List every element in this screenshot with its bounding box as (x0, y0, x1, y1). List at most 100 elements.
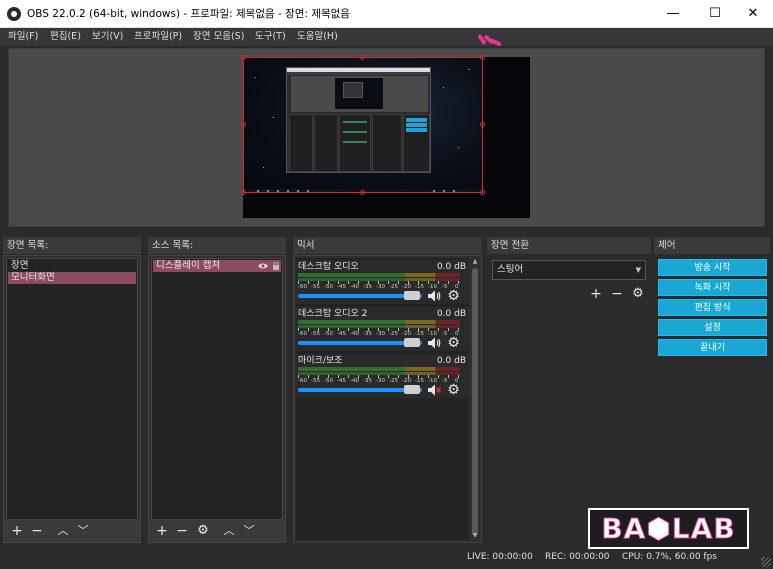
channel-db: 0.0 dB (436, 262, 466, 272)
scale-label: -30 (376, 284, 385, 290)
channel-name: 데스크탑 오디오 2 (298, 309, 368, 319)
scale-label: -45 (337, 331, 346, 337)
scrollbar-thumb[interactable] (472, 268, 478, 536)
scale-label: -55 (311, 284, 320, 290)
move-up-icon[interactable]: ︿ (55, 522, 71, 540)
move-down-icon[interactable]: ﹀ (75, 522, 91, 540)
remove-transition-icon[interactable]: − (609, 285, 625, 303)
minimize-button[interactable]: — (653, 0, 693, 28)
controls-title: 제어 (654, 237, 770, 254)
menu-edit[interactable]: 편집(E) (50, 30, 81, 43)
resize-handle-top-left[interactable] (241, 55, 246, 60)
status-rec: REC: 00:00:00 (545, 552, 610, 562)
volume-fader-handle[interactable] (404, 385, 420, 394)
scale-label: -15 (415, 378, 424, 384)
remove-scene-icon[interactable]: − (29, 522, 45, 540)
mixer-scrollbar[interactable]: ▲ ▼ (471, 258, 479, 540)
scenes-toolbar: + − ︿ ﹀ (4, 520, 140, 542)
sources-toolbar: + − ⚙ ︿ ﹀ (149, 520, 285, 542)
level-meter (298, 367, 460, 371)
scale-label: -15 (415, 331, 424, 337)
gear-icon[interactable]: ⚙ (446, 336, 461, 351)
add-scene-icon[interactable]: + (9, 522, 25, 540)
menu-scene-collection[interactable]: 장면 모음(S) (193, 30, 244, 43)
add-transition-icon[interactable]: + (588, 285, 604, 303)
studio-mode-button[interactable]: 편집 방식 (658, 299, 767, 316)
sources-dock: 소스 목록: 디스플레이 캡쳐 + − ⚙ ︿ ﹀ (148, 237, 286, 543)
window-title: OBS 22.0.2 (64-bit, windows) - 프로파일: 제목없… (27, 8, 350, 20)
remove-source-icon[interactable]: − (174, 522, 190, 540)
menu-profile[interactable]: 프로파일(P) (134, 30, 182, 43)
volume-fader-handle[interactable] (404, 291, 420, 300)
maximize-button[interactable]: ☐ (695, 0, 735, 28)
settings-button[interactable]: 설정 (658, 319, 767, 336)
resize-handle-top[interactable] (360, 55, 365, 60)
scale-label: -20 (402, 331, 411, 337)
scale-label: -35 (363, 331, 372, 337)
channel-db: 0.0 dB (436, 356, 466, 366)
transitions-title: 장면 전환 (487, 237, 651, 254)
chevron-down-icon: ▼ (635, 266, 641, 274)
close-button[interactable]: ✕ (733, 0, 773, 28)
status-cpu: CPU: 0.7%, 60.00 fps (622, 552, 717, 562)
sources-title: 소스 목록: (148, 237, 286, 254)
scale-label: -55 (311, 378, 320, 384)
scale-label: -20 (402, 284, 411, 290)
obs-app-icon (7, 7, 21, 21)
mixer-channels: 데스크탑 오디오 0.0 dB -60 -55 -50 -45 -40 -35 … (296, 258, 469, 540)
source-list[interactable]: 디스플레이 캡쳐 (151, 258, 283, 520)
source-selection-box[interactable] (243, 57, 483, 193)
scale-label: -55 (311, 331, 320, 337)
scale-label: -30 (376, 331, 385, 337)
controls-dock: 제어 방송 시작 녹화 시작 편집 방식 설정 끝내기 (654, 237, 770, 543)
gear-icon[interactable]: ⚙ (195, 522, 211, 540)
volume-fader-handle[interactable] (404, 338, 420, 347)
resize-handle-bottom-left[interactable] (241, 190, 246, 195)
add-source-icon[interactable]: + (154, 522, 170, 540)
mixer-dock: 믹서 데스크탑 오디오 0.0 dB -60 -55 -50 -45 -40 -… (293, 237, 482, 543)
gear-icon[interactable]: ⚙ (446, 289, 461, 304)
source-item[interactable]: 디스플레이 캡쳐 (153, 260, 281, 272)
transition-select[interactable]: 스팅어 ▼ (492, 260, 646, 280)
scroll-up-icon[interactable]: ▲ (471, 258, 479, 266)
move-down-icon[interactable]: ﹀ (241, 522, 257, 540)
channel-db: 0.0 dB (436, 309, 466, 319)
scene-item[interactable]: 장면 (8, 260, 136, 272)
menu-view[interactable]: 보기(V) (92, 30, 123, 43)
scroll-down-icon[interactable]: ▼ (471, 532, 479, 540)
resize-handle-top-right[interactable] (480, 55, 485, 60)
scale-label: -15 (415, 284, 424, 290)
lock-icon[interactable] (272, 261, 280, 271)
resize-handle-bottom-right[interactable] (480, 190, 485, 195)
menu-help[interactable]: 도움말(H) (297, 30, 338, 43)
menu-bar: 파일(F) 편집(E) 보기(V) 프로파일(P) 장면 모음(S) 도구(T)… (0, 28, 773, 46)
start-recording-button[interactable]: 녹화 시작 (658, 279, 767, 296)
eye-icon[interactable] (257, 262, 269, 270)
speaker-icon[interactable] (427, 336, 441, 350)
scale-label: -45 (337, 378, 346, 384)
gear-icon[interactable]: ⚙ (446, 383, 461, 398)
scale-label: -35 (363, 284, 372, 290)
scale-label: -50 (324, 378, 333, 384)
start-streaming-button[interactable]: 방송 시작 (658, 259, 767, 276)
scale-label: -25 (389, 284, 398, 290)
resize-handle-right[interactable] (480, 122, 485, 127)
scene-list[interactable]: 장면 모니터화면 (6, 258, 138, 520)
scenes-dock: 장면 목록: 장면 모니터화면 + − ︿ ﹀ (3, 237, 141, 543)
scale-label: -50 (324, 284, 333, 290)
mixer-channel-desktop-audio-2: 데스크탑 오디오 2 0.0 dB -60 -55 -50 -45 -40 -3… (296, 307, 469, 351)
exit-button[interactable]: 끝내기 (658, 339, 767, 356)
scene-item-selected[interactable]: 모니터화면 (8, 272, 136, 284)
menu-file[interactable]: 파일(F) (8, 30, 38, 43)
muted-speaker-icon[interactable] (427, 383, 441, 397)
scale-label: -60 (298, 331, 307, 337)
resize-grip-icon[interactable] (761, 557, 771, 567)
level-meter (298, 320, 460, 324)
resize-handle-bottom[interactable] (360, 190, 365, 195)
resize-handle-left[interactable] (241, 122, 246, 127)
gear-icon[interactable]: ⚙ (630, 285, 646, 303)
menu-tools[interactable]: 도구(T) (255, 30, 286, 43)
speaker-icon[interactable] (427, 289, 441, 303)
scale-label: -40 (350, 378, 359, 384)
move-up-icon[interactable]: ︿ (221, 522, 237, 540)
